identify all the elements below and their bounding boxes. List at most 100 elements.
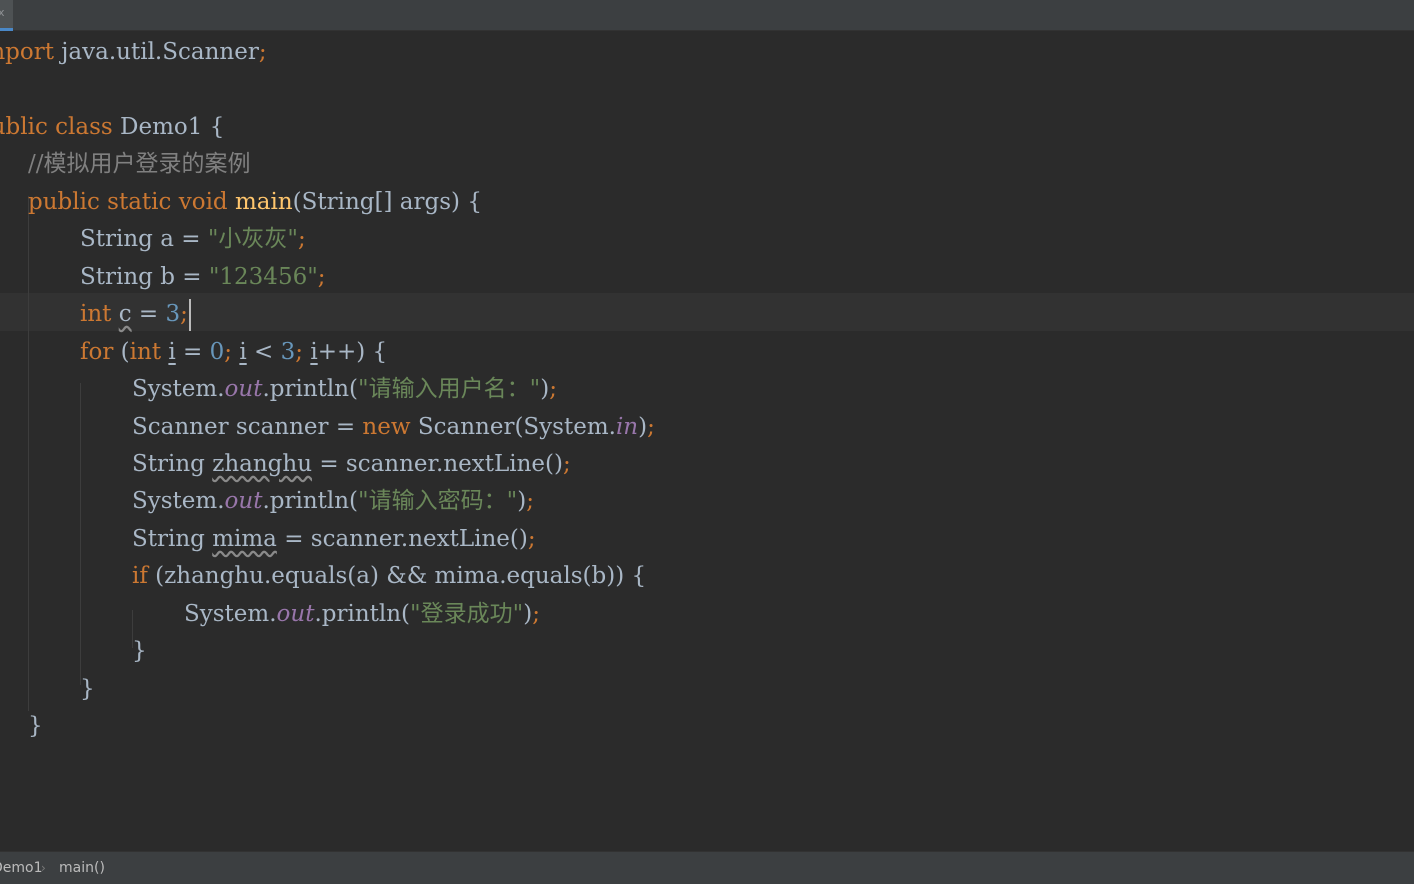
close-paren: ): [540, 376, 550, 402]
close-paren: ): [638, 414, 648, 440]
semicolon: ;: [562, 451, 571, 477]
close-brace: }: [28, 713, 43, 739]
variable-name: zhanghu: [212, 451, 313, 477]
static-field: out: [224, 488, 263, 514]
breadcrumb-method[interactable]: main(): [59, 852, 105, 884]
close-paren: ): [523, 601, 533, 627]
declaration: String a =: [80, 226, 208, 252]
close-brace: }: [132, 638, 147, 664]
open-brace: {: [209, 114, 225, 140]
type-name: String: [132, 451, 213, 477]
code-line-5[interactable]: public static void main(String[] args) {: [28, 184, 482, 222]
open-brace: {: [467, 189, 482, 215]
code-line-9[interactable]: for (int i = 0; i < 3; i++) {: [80, 334, 387, 372]
code-line-3[interactable]: public class Demo1 {: [0, 109, 224, 147]
editor-tab-demo1[interactable]: x: [0, 0, 13, 31]
unused-variable: c: [118, 301, 132, 327]
close-brace: }: [80, 676, 95, 702]
import-path: java.util.Scanner: [53, 39, 259, 65]
system-ref: System.: [132, 376, 225, 402]
method-name: main: [234, 189, 293, 215]
semicolon: ;: [647, 414, 655, 440]
tab-label: x: [0, 6, 5, 19]
code-line-4[interactable]: //模拟用户登录的案例: [28, 146, 251, 184]
code-line-19[interactable]: }: [28, 708, 43, 746]
class-name: Demo1: [120, 114, 203, 140]
code-line-8[interactable]: int c = 3;: [80, 296, 191, 334]
code-line-18[interactable]: }: [80, 671, 95, 709]
string-literal: "123456": [208, 264, 318, 290]
variable-name: mima: [212, 526, 277, 552]
code-line-12[interactable]: String zhanghu = scanner.nextLine();: [132, 446, 571, 484]
semicolon: ;: [526, 488, 534, 514]
close-paren: ): [517, 488, 527, 514]
keyword-static: static: [107, 189, 172, 215]
loop-variable: i: [239, 339, 247, 365]
semicolon: ;: [258, 39, 267, 65]
indent-guide: [80, 383, 81, 685]
caret-line-highlight: [0, 293, 1414, 331]
method-call: .println(: [314, 601, 411, 627]
keyword-if: if: [132, 563, 148, 589]
number-literal: 3: [165, 301, 181, 327]
method-call: = scanner.nextLine(): [312, 451, 563, 477]
condition: (zhanghu.equals(a) && mima.equals(b)) {: [147, 563, 647, 589]
keyword-int: int: [80, 301, 112, 327]
string-literal: "请输入密码：": [358, 488, 518, 514]
keyword-import: import: [0, 39, 54, 65]
keyword-public: public: [28, 189, 100, 215]
semicolon: ;: [532, 601, 540, 627]
string-literal: "小灰灰": [207, 226, 298, 252]
method-call: .println(: [262, 488, 359, 514]
chevron-right-icon: ›: [41, 861, 46, 875]
ide-window: x import java.util.Scanner; public class…: [0, 0, 1414, 884]
semicolon: ;: [527, 526, 536, 552]
constructor-call: Scanner(System.: [410, 414, 616, 440]
code-line-16[interactable]: System.out.println("登录成功");: [184, 596, 540, 634]
editor-tab-strip: x: [0, 0, 1414, 31]
loop-variable: i: [168, 339, 176, 365]
keyword-int: int: [129, 339, 162, 365]
semicolon: ;: [317, 264, 326, 290]
string-literal: "登录成功": [410, 601, 524, 627]
loop-variable: i: [310, 339, 318, 365]
declaration: Scanner scanner =: [132, 414, 363, 440]
semicolon: ;: [224, 339, 233, 365]
code-line-7[interactable]: String b = "123456";: [80, 259, 326, 297]
code-line-17[interactable]: }: [132, 633, 147, 671]
breadcrumb-class[interactable]: Demo1: [0, 852, 43, 884]
keyword-new: new: [362, 414, 411, 440]
keyword-public: public: [0, 114, 48, 140]
code-line-1[interactable]: import java.util.Scanner;: [0, 34, 267, 72]
string-literal: "请输入用户名：": [358, 376, 541, 402]
code-line-6[interactable]: String a = "小灰灰";: [80, 221, 306, 259]
paren: (: [113, 339, 130, 365]
code-editor[interactable]: import java.util.Scanner; public class D…: [0, 31, 1414, 851]
code-line-15[interactable]: if (zhanghu.equals(a) && mima.equals(b))…: [132, 558, 646, 596]
increment: ++) {: [317, 339, 388, 365]
method-call: .println(: [262, 376, 359, 402]
code-line-11[interactable]: Scanner scanner = new Scanner(System.in)…: [132, 409, 655, 447]
semicolon: ;: [180, 301, 188, 327]
assign: =: [175, 339, 210, 365]
static-field: out: [224, 376, 263, 402]
indent-guide: [28, 196, 29, 711]
code-line-14[interactable]: String mima = scanner.nextLine();: [132, 521, 536, 559]
semicolon: ;: [549, 376, 557, 402]
comment: //模拟用户登录的案例: [28, 151, 251, 177]
text-caret: [188, 299, 191, 331]
number-literal: 0: [209, 339, 225, 365]
code-line-13[interactable]: System.out.println("请输入密码：");: [132, 483, 534, 521]
method-call: = scanner.nextLine(): [276, 526, 528, 552]
assign: =: [131, 301, 166, 327]
declaration: String b =: [80, 264, 209, 290]
method-params: (String[] args): [292, 189, 460, 215]
system-ref: System.: [184, 601, 277, 627]
static-field: in: [615, 414, 639, 440]
breadcrumb: Demo1 › main(): [0, 851, 1414, 884]
keyword-for: for: [80, 339, 114, 365]
semicolon: ;: [295, 339, 304, 365]
code-line-10[interactable]: System.out.println("请输入用户名：");: [132, 371, 557, 409]
keyword-void: void: [178, 189, 228, 215]
system-ref: System.: [132, 488, 225, 514]
